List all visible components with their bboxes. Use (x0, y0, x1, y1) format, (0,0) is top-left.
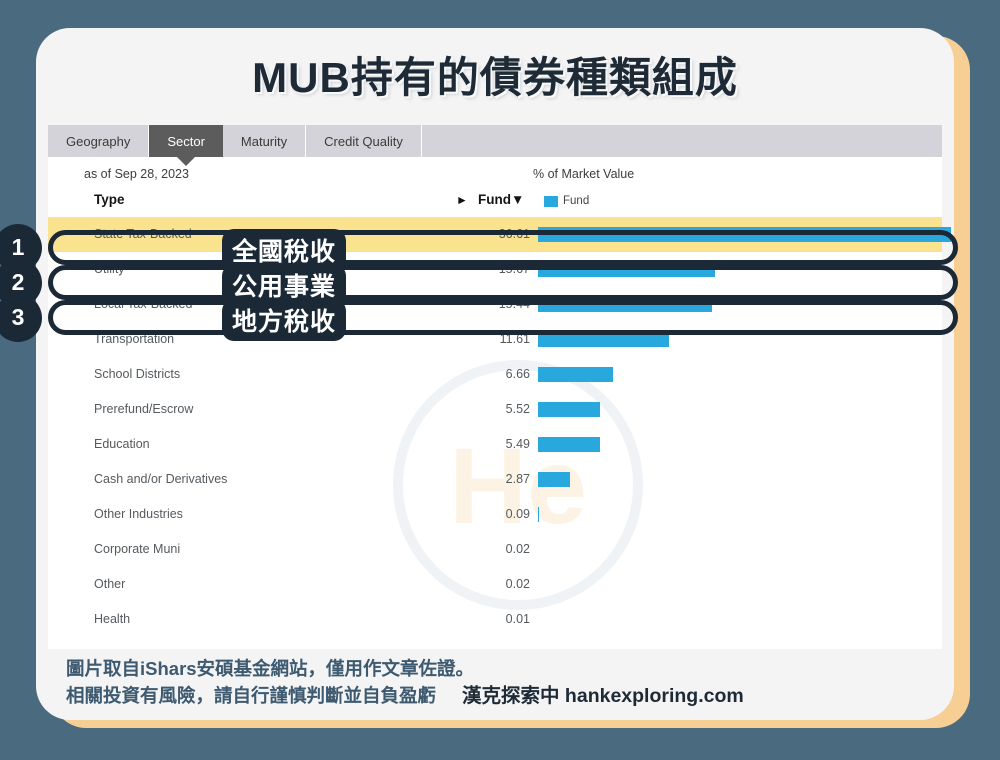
tab-sector[interactable]: Sector (149, 125, 223, 166)
row-bar (538, 472, 570, 487)
row-label: Education (94, 437, 150, 451)
page-title: MUB持有的債券種類組成 (252, 54, 738, 101)
row-bar (538, 332, 669, 347)
table-row[interactable]: Utility 15.67 (48, 252, 942, 287)
table-row[interactable]: Local Tax-Backed 15.44 (48, 287, 942, 322)
row-value: 0.02 (505, 542, 530, 556)
table-row[interactable]: Health 0.01 (48, 602, 942, 637)
row-bar (538, 262, 715, 277)
row-value: 2.87 (505, 472, 530, 486)
row-value: 0.09 (505, 507, 530, 521)
legend-swatch-fund (544, 195, 558, 207)
row-label: Prerefund/Escrow (94, 402, 194, 416)
row-bar (538, 297, 712, 312)
row-bar (538, 402, 600, 417)
footer-line-2-wrapper: 相關投資有風險，請自行謹慎判斷並自負盈虧 漢克探索中 hankexploring… (66, 682, 924, 710)
table-row[interactable]: Other 0.02 (48, 567, 942, 602)
table-row[interactable]: Cash and/or Derivatives 2.87 (48, 462, 942, 497)
row-value: 6.66 (505, 367, 530, 381)
row-label: Utility (94, 262, 125, 276)
row-value: 0.01 (505, 612, 530, 626)
meta-row: as of Sep 28, 2023 % of Market Value (48, 157, 942, 187)
row-label: Other (94, 577, 126, 591)
row-value: 5.49 (505, 437, 530, 451)
table-row[interactable]: Education 5.49 (48, 427, 942, 462)
table-row[interactable]: Other Industries 0.09 (48, 497, 942, 532)
as-of-date: as of Sep 28, 2023 (84, 167, 189, 181)
footer-line-1: 圖片取自iShars安碩基金網站，僅用作文章佐證。 (66, 658, 475, 679)
row-label: Corporate Muni (94, 542, 181, 556)
footer-line-2: 相關投資有風險，請自行謹慎判斷並自負盈虧 (66, 685, 437, 706)
row-value: 15.44 (498, 297, 530, 311)
row-bar (538, 437, 600, 452)
poster-frame: MUB持有的債券種類組成 Geography Sector Maturity Cred… (0, 0, 1000, 760)
tab-bar-filler (421, 125, 942, 157)
table-row[interactable]: School Districts 6.66 (48, 357, 942, 392)
footer: 圖片取自iShars安碩基金網站，僅用作文章佐證。 相關投資有風險，請自行謹慎判… (36, 655, 954, 710)
column-header-fund-label: Fund (478, 192, 511, 207)
tab-geography[interactable]: Geography (48, 125, 150, 157)
row-label: Cash and/or Derivatives (94, 472, 228, 486)
content-card: MUB持有的債券種類組成 Geography Sector Maturity Cred… (36, 28, 954, 720)
callout-label: 地方稅收 (222, 298, 347, 341)
holdings-widget: Geography Sector Maturity Credit Quality as… (48, 125, 951, 649)
row-label: Other Industries (94, 507, 183, 521)
footer-brand: 漢克探索中 hankexploring.com (462, 685, 744, 707)
row-value: 11.61 (499, 332, 530, 346)
column-header-fund[interactable]: Fund▼ (478, 192, 524, 207)
row-value: 5.52 (505, 402, 530, 416)
row-bar (538, 507, 539, 522)
tab-maturity[interactable]: Maturity (222, 125, 307, 157)
row-label: Local Tax-Backed (94, 297, 193, 311)
table-row[interactable]: Corporate Muni 0.02 (48, 532, 942, 567)
table-row[interactable]: State Tax-Backed 36.61 (48, 217, 951, 252)
expand-caret-icon[interactable]: ► (456, 193, 468, 207)
chart-legend: Fund (544, 195, 589, 207)
table-row[interactable]: Transportation 11.61 (48, 322, 942, 357)
sort-descending-icon: ▼ (511, 192, 525, 207)
row-label: School Districts (94, 367, 181, 381)
table-row[interactable]: Prerefund/Escrow 5.52 (48, 392, 942, 427)
table-header-row: Type ► Fund▼ Fund (48, 187, 942, 217)
row-value: 0.02 (505, 577, 530, 591)
holdings-rows: State Tax-Backed 36.61 Utility 15.67 Local T… (48, 217, 951, 637)
legend-label-fund: Fund (563, 195, 590, 207)
tab-bar: Geography Sector Maturity Credit Quality (48, 125, 942, 166)
market-value-label: % of Market Value (533, 167, 635, 181)
row-label: Transportation (94, 332, 175, 346)
row-bar (538, 367, 613, 382)
row-value: 15.67 (498, 262, 530, 276)
row-label: Health (94, 612, 131, 626)
row-label: State Tax-Backed (94, 227, 192, 241)
tab-credit-quality[interactable]: Credit Quality (306, 125, 422, 157)
row-value: 36.61 (498, 227, 530, 241)
row-bar (538, 227, 951, 242)
column-header-type: Type (94, 192, 125, 207)
